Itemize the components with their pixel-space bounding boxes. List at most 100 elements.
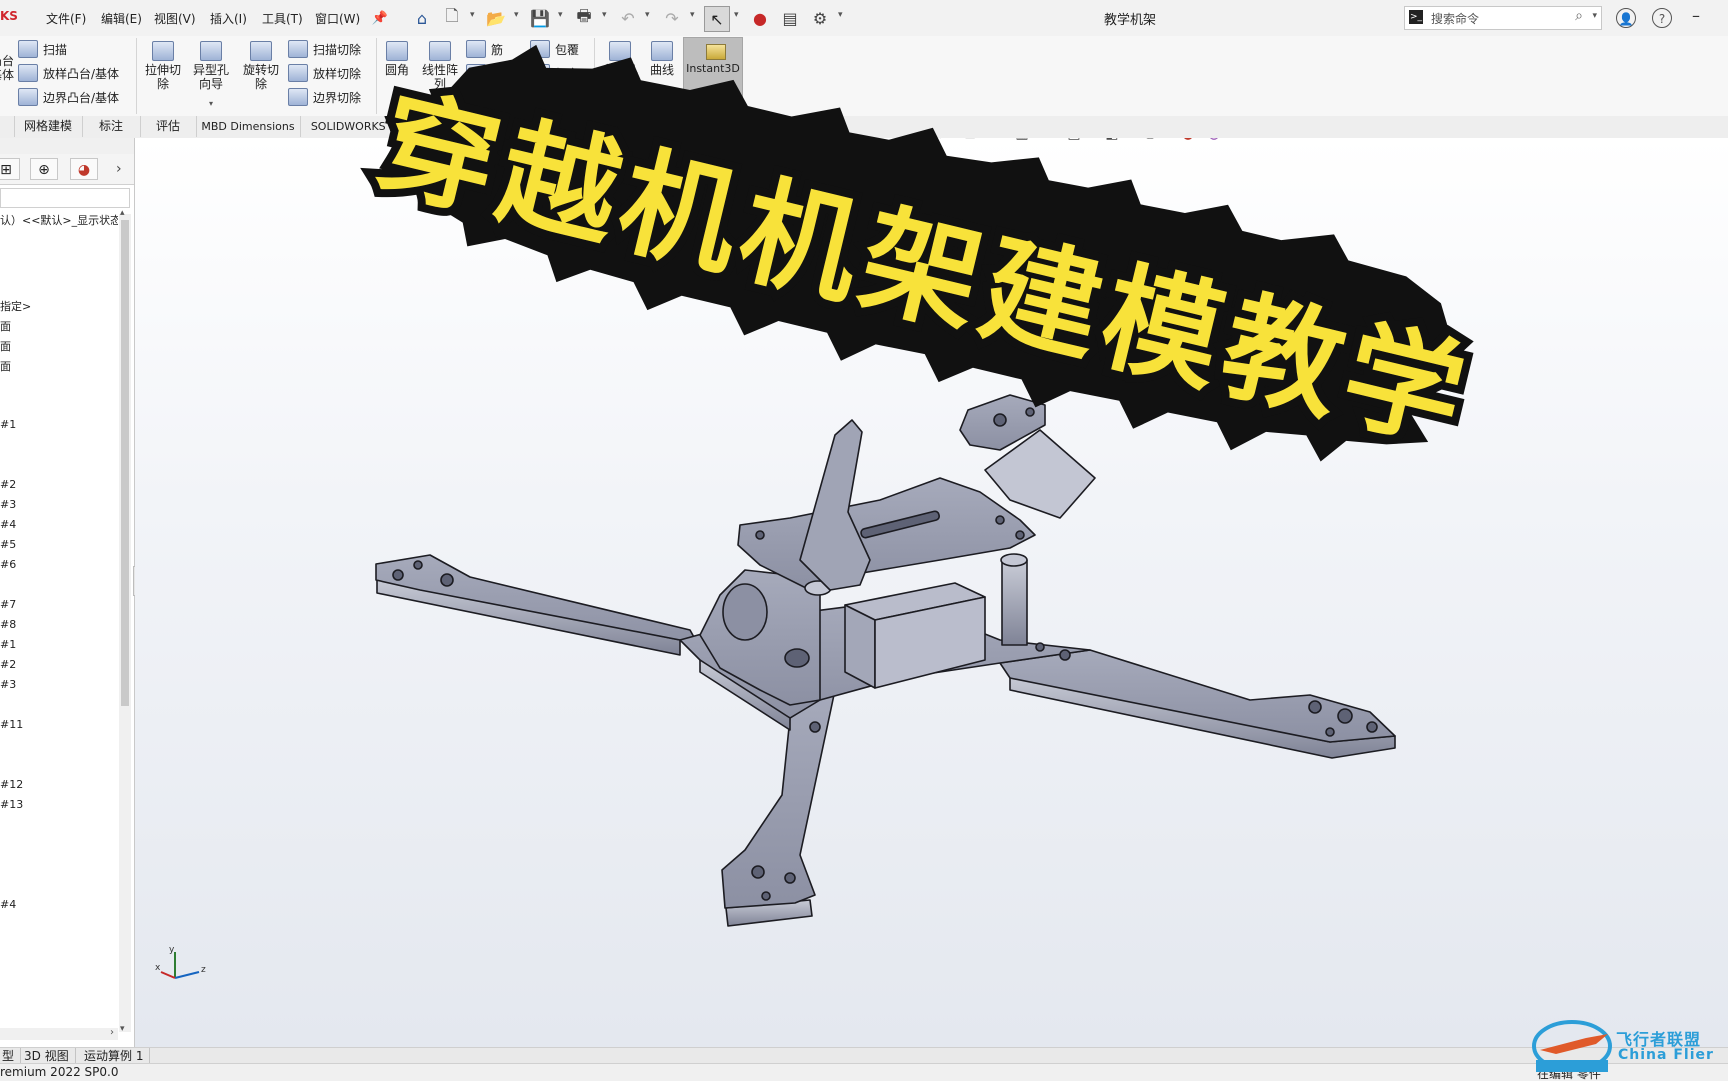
options-dropdown-icon[interactable]: ▾ <box>838 10 843 20</box>
linear-pattern-button[interactable]: 线性阵 列 <box>418 41 462 91</box>
menu-edit[interactable]: 编辑(E) <box>101 10 142 27</box>
configuration-manager-icon[interactable]: ⊕ <box>30 158 58 180</box>
options-gear-icon[interactable]: ⚙ <box>808 6 832 30</box>
boss-base-partial-button[interactable]: 凸台 基体 <box>0 54 14 82</box>
view-settings-dropdown-icon[interactable]: ▾ <box>1267 138 1275 139</box>
open-icon[interactable]: 📂 <box>484 6 508 30</box>
pin-icon[interactable]: 📌 <box>368 6 392 30</box>
tree-item[interactable]: #5 <box>0 538 16 551</box>
tree-item[interactable]: #3 <box>0 498 16 511</box>
tree-item[interactable]: #12 <box>0 778 23 791</box>
traffic-light-icon[interactable]: ● <box>748 6 772 30</box>
tree-horizontal-scrollbar[interactable]: › <box>0 1027 118 1040</box>
redo-icon[interactable]: ↷ <box>660 6 684 30</box>
menu-tools[interactable]: 工具(T) <box>262 10 303 27</box>
open-dropdown-icon[interactable]: ▾ <box>514 10 519 20</box>
tab-3d-views[interactable]: 3D 视图 <box>18 1048 76 1064</box>
menu-view[interactable]: 视图(V) <box>154 10 196 27</box>
apply-scene-icon[interactable]: ◍ <box>1203 138 1225 144</box>
fillet-dropdown-icon[interactable]: ▾ <box>393 99 397 108</box>
tab-solidworks-addins[interactable]: SOLIDWORKS 插件 <box>300 116 423 137</box>
scene-dropdown-icon[interactable]: ▾ <box>1229 138 1237 139</box>
viewport-split-icon[interactable]: ◫ ◫ <box>1692 138 1716 139</box>
hole-wizard-button[interactable]: 异型孔 向导 <box>190 41 232 91</box>
loft-cut-button[interactable]: 放样切除 <box>288 64 361 82</box>
reference-dropdown-icon[interactable]: ▾ <box>616 99 620 108</box>
hole-wizard-dropdown-icon[interactable]: ▾ <box>209 99 213 108</box>
file-properties-icon[interactable]: ▤ <box>778 6 802 30</box>
display-style-icon[interactable]: ◧ <box>1101 138 1123 144</box>
sweep-cut-button[interactable]: 扫描切除 <box>288 40 361 58</box>
tab-partial[interactable] <box>0 116 15 137</box>
tree-item[interactable]: #11 <box>0 718 23 731</box>
tree-item[interactable]: #4 <box>0 518 16 531</box>
tab-mbd-dimensions[interactable]: MBD Dimensions <box>196 116 301 137</box>
user-account-icon[interactable]: 👤 <box>1616 8 1636 28</box>
save-icon[interactable]: 💾 <box>528 6 552 30</box>
shell-button[interactable]: 抽壳 <box>466 88 515 106</box>
previous-view-icon[interactable]: ↺ <box>985 138 1007 144</box>
revolve-cut-button[interactable]: 旋转切 除 <box>238 41 284 91</box>
intersect-button[interactable]: 相交 <box>530 64 579 82</box>
display-manager-icon[interactable]: ◕ <box>70 158 98 180</box>
tree-vertical-scrollbar[interactable]: ▴ ▾ <box>119 208 131 1034</box>
graphics-viewport[interactable]: ⌕ ⊡ ↺ ▥ ✎ ◰ ▾ ◧ ▾ 👁 ▾ ◕ ◍ ▾ ▭ ▾ ◫ ◫ y x … <box>135 138 1728 1047</box>
tree-item[interactable]: 指定> <box>0 298 31 314</box>
tree-item[interactable]: #6 <box>0 558 16 571</box>
tab-annotation[interactable]: 标注 <box>82 116 141 137</box>
tree-item[interactable]: #8 <box>0 618 16 631</box>
select-arrow-icon[interactable]: ↖ <box>704 6 730 32</box>
draft-button[interactable]: 拔模 <box>466 64 515 82</box>
view-settings-icon[interactable]: ▭ <box>1241 138 1263 144</box>
section-view-icon[interactable]: ▥ <box>1011 138 1033 144</box>
mirror-button[interactable]: 镜向 <box>530 88 579 106</box>
curves-button[interactable]: 曲线 <box>646 41 678 77</box>
dynamic-annotation-icon[interactable]: ✎ <box>1037 138 1059 144</box>
menu-file[interactable]: 文件(F) <box>46 10 86 27</box>
zoom-to-area-icon[interactable]: ⊡ <box>959 138 981 144</box>
search-commands-field[interactable]: >_ 搜索命令 ⌕ ▾ <box>1404 6 1602 30</box>
boundary-cut-button[interactable]: 边界切除 <box>288 88 361 106</box>
scroll-down-icon[interactable]: ▾ <box>120 1024 125 1034</box>
tree-item[interactable]: #4 <box>0 898 16 911</box>
search-dropdown-icon[interactable]: ▾ <box>1592 11 1597 21</box>
pattern-dropdown-icon[interactable]: ▾ <box>436 99 440 108</box>
home-icon[interactable]: ⌂ <box>410 6 434 30</box>
rib-button[interactable]: 筋 <box>466 40 503 58</box>
print-icon[interactable]: 🖶 <box>572 6 596 30</box>
extrude-cut-button[interactable]: 拉伸切 除 <box>142 41 184 91</box>
loft-boss-button[interactable]: 放样凸台/基体 <box>18 64 119 82</box>
search-icon[interactable]: ⌕ <box>1575 8 1583 24</box>
help-icon[interactable]: ? <box>1652 8 1672 28</box>
tree-item[interactable]: #2 <box>0 658 16 671</box>
undo-dropdown-icon[interactable]: ▾ <box>645 10 650 20</box>
reference-geometry-button[interactable]: 参考几 何体 <box>598 41 642 91</box>
fillet-button[interactable]: 圆角 <box>380 41 414 77</box>
zoom-to-fit-icon[interactable]: ⌕ <box>933 138 955 144</box>
tree-item[interactable]: 面 <box>0 358 11 374</box>
tree-item[interactable]: #2 <box>0 478 16 491</box>
hide-show-dropdown-icon[interactable]: ▾ <box>1165 138 1173 139</box>
tab-evaluate[interactable]: 评估 <box>140 116 197 137</box>
tree-item[interactable]: 面 <box>0 318 11 334</box>
scroll-right-icon[interactable]: › <box>110 1027 114 1038</box>
feature-filter-field[interactable] <box>0 188 130 208</box>
tree-item[interactable]: #7 <box>0 598 16 611</box>
tree-item[interactable]: #3 <box>0 678 16 691</box>
view-orientation-dropdown-icon[interactable]: ▾ <box>1089 138 1097 139</box>
instant3d-button[interactable]: Instant3D <box>683 37 743 113</box>
chevron-right-icon[interactable]: › <box>116 161 122 177</box>
wrap-button[interactable]: 包覆 <box>530 40 579 58</box>
tree-item[interactable]: 面 <box>0 338 11 354</box>
view-orientation-icon[interactable]: ◰ <box>1063 138 1085 144</box>
display-style-dropdown-icon[interactable]: ▾ <box>1127 138 1135 139</box>
hide-show-items-icon[interactable]: 👁 <box>1139 138 1161 144</box>
scroll-thumb[interactable] <box>121 220 129 706</box>
tree-item[interactable]: #1 <box>0 418 16 431</box>
scroll-up-icon[interactable]: ▴ <box>120 208 125 218</box>
sweep-button[interactable]: 扫描 <box>18 40 67 58</box>
tree-item[interactable]: #1 <box>0 638 16 651</box>
minimize-button[interactable]: – <box>1692 6 1700 25</box>
boundary-boss-button[interactable]: 边界凸台/基体 <box>18 88 119 106</box>
tab-mesh-modeling[interactable]: 网格建模 <box>14 116 83 137</box>
